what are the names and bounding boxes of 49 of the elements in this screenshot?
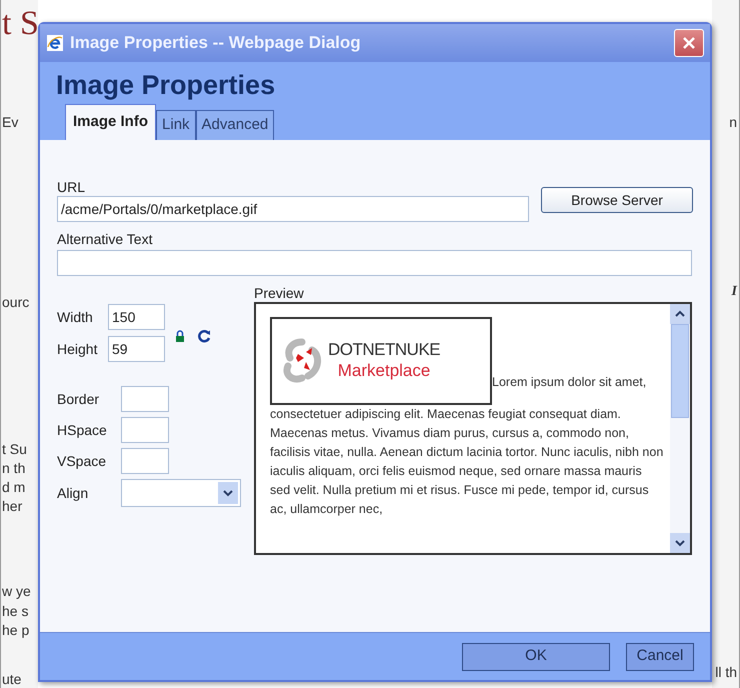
field-label: Border: [57, 390, 100, 408]
field-label: URL: [57, 178, 86, 196]
align-dropdown[interactable]: [121, 479, 241, 507]
field-label: Height: [57, 340, 98, 359]
scrollbar[interactable]: [670, 304, 690, 553]
tab[interactable]: Link: [156, 110, 196, 140]
spacing-field[interactable]: [121, 386, 169, 412]
background-page-text: ll th: [715, 663, 737, 682]
browser-logo-icon: [46, 34, 64, 52]
background-page-text: ourc: [2, 292, 30, 311]
close-icon: [682, 36, 696, 50]
tab[interactable]: Advanced: [196, 110, 274, 140]
chevron-down-icon: [218, 482, 238, 504]
chevron-down-icon[interactable]: [670, 533, 690, 553]
field-label: HSpace: [57, 420, 108, 440]
chevron-up-icon[interactable]: [670, 304, 690, 324]
url-field[interactable]: /acme/Portals/0/marketplace.gif: [57, 196, 529, 222]
background-page-text: Ev: [2, 113, 20, 132]
spacing-field[interactable]: [121, 448, 169, 474]
alternative-text-field[interactable]: [57, 250, 692, 276]
close-button[interactable]: [674, 29, 704, 57]
background-page-text: he p: [2, 620, 30, 639]
size-field[interactable]: 59: [108, 336, 165, 362]
dialog-button[interactable]: OK: [462, 642, 610, 670]
dialog-heading: Image Properties: [55, 69, 276, 102]
field-label: VSpace: [57, 452, 108, 471]
background-page-text: he s: [2, 602, 30, 620]
background-page-text: t S: [2, 4, 38, 42]
size-field[interactable]: 150: [108, 304, 165, 330]
browse-server-button[interactable]: Browse Server: [541, 187, 693, 213]
background-page-text: t Su: [2, 440, 28, 458]
background-page-text: n: [729, 113, 737, 132]
background-page-text: I: [732, 283, 737, 301]
logo-wordmark: DOTNETNUKE: [328, 340, 440, 360]
background-page-text: d m: [2, 478, 26, 496]
field-label: Align: [57, 484, 90, 503]
background-page-text: w ye: [2, 582, 32, 601]
field-label: Alternative Text: [57, 230, 154, 249]
dialog-button[interactable]: Cancel: [626, 642, 694, 670]
background-page-text: ute: [2, 670, 22, 688]
window-title: Image Properties -- Webpage Dialog: [70, 32, 361, 54]
preview-label: Preview: [254, 284, 305, 302]
field-label: Width: [57, 308, 94, 326]
tab[interactable]: Image Info: [65, 104, 156, 140]
reset-size-icon[interactable]: [197, 329, 211, 343]
background-page-text: her: [2, 497, 24, 516]
lock-icon[interactable]: [175, 330, 185, 342]
spacing-field[interactable]: [121, 417, 169, 443]
background-page-text: n th: [2, 458, 26, 478]
